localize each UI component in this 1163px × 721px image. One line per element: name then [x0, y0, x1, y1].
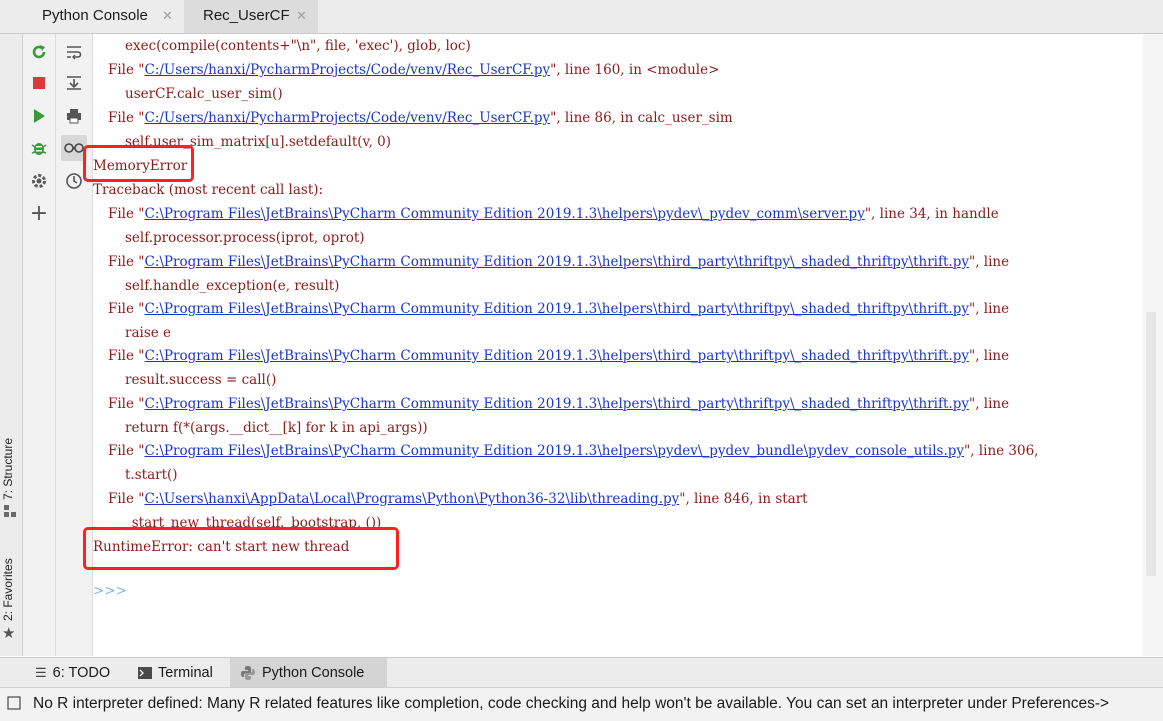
debug-icon[interactable] [26, 135, 52, 161]
structure-label: 7: Structure [1, 437, 15, 500]
structure-icon [4, 505, 16, 517]
run-icon[interactable] [26, 103, 52, 129]
console-text: raise e [125, 325, 172, 341]
console-text: ", line 86, in calc_user_sim [550, 110, 733, 126]
tab-rec-usercf[interactable]: Rec_UserCF ✕ [184, 0, 318, 33]
traceback-file-line: File "C:/Users/hanxi/PycharmProjects/Cod… [108, 106, 733, 130]
console-text: ", line [968, 254, 1010, 270]
scroll-to-end-icon[interactable] [61, 70, 87, 96]
console-text: >>> [93, 583, 127, 599]
tool-window-bar: ☰ 6: TODO Terminal Python Console [0, 657, 1163, 687]
console-text: exec(compile(contents+"\n", file, 'exec'… [125, 38, 471, 54]
traceback-file-line: File "C:\Program Files\JetBrains\PyCharm… [108, 250, 1009, 274]
terminal-icon [138, 666, 152, 679]
todo-tab[interactable]: ☰ 6: TODO [25, 658, 120, 687]
settings-icon[interactable] [26, 168, 52, 194]
console-line: t.start() [125, 463, 178, 487]
console-text: return f(*(args.__dict__[k] for k in api… [125, 420, 428, 436]
console-text: ", line 306, [964, 443, 1039, 459]
console-text: ", line [968, 348, 1010, 364]
file-path-link[interactable]: C:\Program Files\JetBrains\PyCharm Commu… [145, 396, 969, 412]
status-toggle-icon[interactable] [7, 696, 21, 710]
traceback-file-line: File "C:\Program Files\JetBrains\PyCharm… [108, 439, 1038, 463]
file-path-link[interactable]: C:/Users/hanxi/PycharmProjects/Code/venv… [145, 110, 551, 126]
console-prompt: >>> [93, 579, 127, 603]
todo-tab-label: 6: TODO [52, 664, 111, 681]
console-text: File " [108, 206, 145, 222]
console-toolbar: + [23, 34, 56, 656]
console-text: File " [108, 301, 145, 317]
scrollbar-thumb[interactable] [1146, 312, 1156, 576]
console-line: userCF.calc_user_sim() [125, 82, 283, 106]
console-line: exec(compile(contents+"\n", file, 'exec'… [125, 34, 471, 58]
console-line: self.handle_exception(e, result) [125, 274, 339, 298]
print-icon[interactable] [61, 103, 87, 129]
console-text: File " [108, 254, 145, 270]
console-text: ", line [968, 396, 1010, 412]
structure-tool-button[interactable]: 7: Structure [1, 438, 15, 500]
traceback-file-line: File "C:\Program Files\JetBrains\PyCharm… [108, 297, 1009, 321]
tab-python-console[interactable]: Python Console ✕ [0, 0, 183, 33]
status-bar: No R interpreter defined: Many R related… [0, 687, 1163, 721]
console-text: self.handle_exception(e, result) [125, 278, 340, 294]
file-path-link[interactable]: C:\Program Files\JetBrains\PyCharm Commu… [145, 348, 969, 364]
file-path-link[interactable]: C:\Program Files\JetBrains\PyCharm Commu… [145, 206, 865, 222]
stop-icon[interactable] [26, 70, 52, 96]
status-message: No R interpreter defined: Many R related… [33, 695, 1110, 712]
file-path-link[interactable]: C:\Users\hanxi\AppData\Local\Programs\Py… [145, 491, 680, 507]
console-text: File " [108, 491, 145, 507]
file-path-link[interactable]: C:\Program Files\JetBrains\PyCharm Commu… [145, 254, 969, 270]
console-text: ", line [968, 301, 1010, 317]
memory-error-highlight [83, 145, 194, 182]
console-text: userCF.calc_user_sim() [125, 86, 283, 102]
close-icon[interactable]: ✕ [296, 8, 307, 24]
console-text: File " [108, 110, 145, 126]
console-text: File " [108, 348, 145, 364]
file-path-link[interactable]: C:/Users/hanxi/PycharmProjects/Code/venv… [145, 62, 551, 78]
python-console-icon [241, 665, 255, 680]
console-text: t.start() [125, 467, 178, 483]
tab-label: Rec_UserCF [203, 7, 290, 24]
console-text: ", line 160, in <module> [550, 62, 720, 78]
close-icon[interactable]: ✕ [162, 8, 173, 24]
console-line: return f(*(args.__dict__[k] for k in api… [125, 416, 428, 440]
add-icon[interactable]: + [26, 200, 52, 226]
traceback-file-line: File "C:\Program Files\JetBrains\PyCharm… [108, 392, 1009, 416]
favorites-tool-button[interactable]: 2: Favorites [1, 558, 15, 621]
file-path-link[interactable]: C:\Program Files\JetBrains\PyCharm Commu… [145, 301, 969, 317]
console-text: self.processor.process(iprot, oprot) [125, 230, 365, 246]
traceback-file-line: File "C:\Users\hanxi\AppData\Local\Progr… [108, 487, 808, 511]
favorites-label: 2: Favorites [1, 558, 15, 621]
traceback-file-line: File "C:\Program Files\JetBrains\PyCharm… [108, 202, 999, 226]
console-text: ", line 34, in handle [864, 206, 999, 222]
traceback-file-line: File "C:/Users/hanxi/PycharmProjects/Cod… [108, 58, 719, 82]
console-text: result.success = call() [125, 372, 277, 388]
star-icon: ★ [2, 624, 16, 642]
rerun-icon[interactable] [26, 39, 52, 65]
console-line: result.success = call() [125, 368, 276, 392]
console-text: File " [108, 62, 145, 78]
console-line: raise e [125, 321, 171, 345]
todo-list-icon: ☰ [35, 664, 47, 680]
console-text: File " [108, 396, 145, 412]
console-text: ", line 846, in start [679, 491, 808, 507]
traceback-file-line: File "C:\Program Files\JetBrains\PyCharm… [108, 344, 1009, 368]
runtime-error-highlight [83, 527, 399, 570]
left-tool-strip: 7: Structure 2: Favorites ★ [0, 34, 23, 656]
terminal-tab[interactable]: Terminal [128, 658, 223, 687]
tab-label: Python Console [42, 7, 148, 24]
terminal-tab-label: Terminal [158, 664, 213, 681]
python-console-tab[interactable]: Python Console [230, 658, 387, 687]
soft-wrap-icon[interactable] [61, 39, 87, 65]
console-text: File " [108, 443, 145, 459]
python-console-tab-label: Python Console [262, 664, 365, 681]
console-text: Traceback (most recent call last): [93, 182, 324, 198]
editor-tab-bar: Python Console ✕ Rec_UserCF ✕ [0, 0, 1163, 34]
file-path-link[interactable]: C:\Program Files\JetBrains\PyCharm Commu… [145, 443, 965, 459]
console-line: self.processor.process(iprot, oprot) [125, 226, 365, 250]
